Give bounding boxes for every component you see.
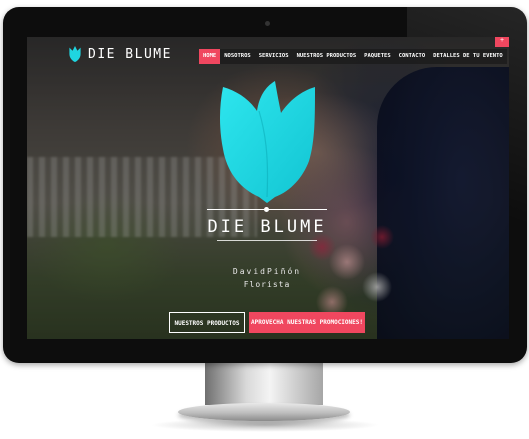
nav-item-nuestros-productos[interactable]: NUESTROS PRODUCTOS [293,49,361,64]
nav-item-paquetes[interactable]: PAQUETES [360,49,395,64]
hero-title-underline [217,240,317,241]
promotions-button[interactable]: APROVECHA NUESTRAS PROMOCIONES! [249,312,365,333]
nav-item-contacto[interactable]: CONTACTO [395,49,430,64]
hero-name: DavidPiñón [232,267,302,276]
monitor-bezel: DIE BLUME HOME NOSOTROS SERVICIOS NUESTR… [3,7,527,363]
tulip-logo-icon [67,45,83,63]
hero-title: DIE BLUME [207,217,327,237]
products-button[interactable]: NUESTROS PRODUCTOS [169,312,245,333]
website-screen: DIE BLUME HOME NOSOTROS SERVICIOS NUESTR… [27,37,509,339]
nav-item-home[interactable]: HOME [199,49,221,64]
camera-icon [265,21,270,26]
corner-plus-tab[interactable]: + [495,37,509,47]
hero-divider-dot [264,207,269,212]
monitor-stand-neck [205,363,323,405]
nav-item-detalles-evento[interactable]: DETALLES DE TU EVENTO [429,49,507,64]
main-nav: HOME NOSOTROS SERVICIOS NUESTROS PRODUCT… [199,49,507,64]
monitor-stand-base [178,403,350,421]
header-logo[interactable]: DIE BLUME [67,45,172,63]
nav-item-servicios[interactable]: SERVICIOS [255,49,293,64]
nav-item-nosotros[interactable]: NOSOTROS [220,49,255,64]
hero-tulip-logo-icon [215,77,319,210]
hero-role: Florista [243,280,291,289]
header-brand-text: DIE BLUME [88,46,172,62]
